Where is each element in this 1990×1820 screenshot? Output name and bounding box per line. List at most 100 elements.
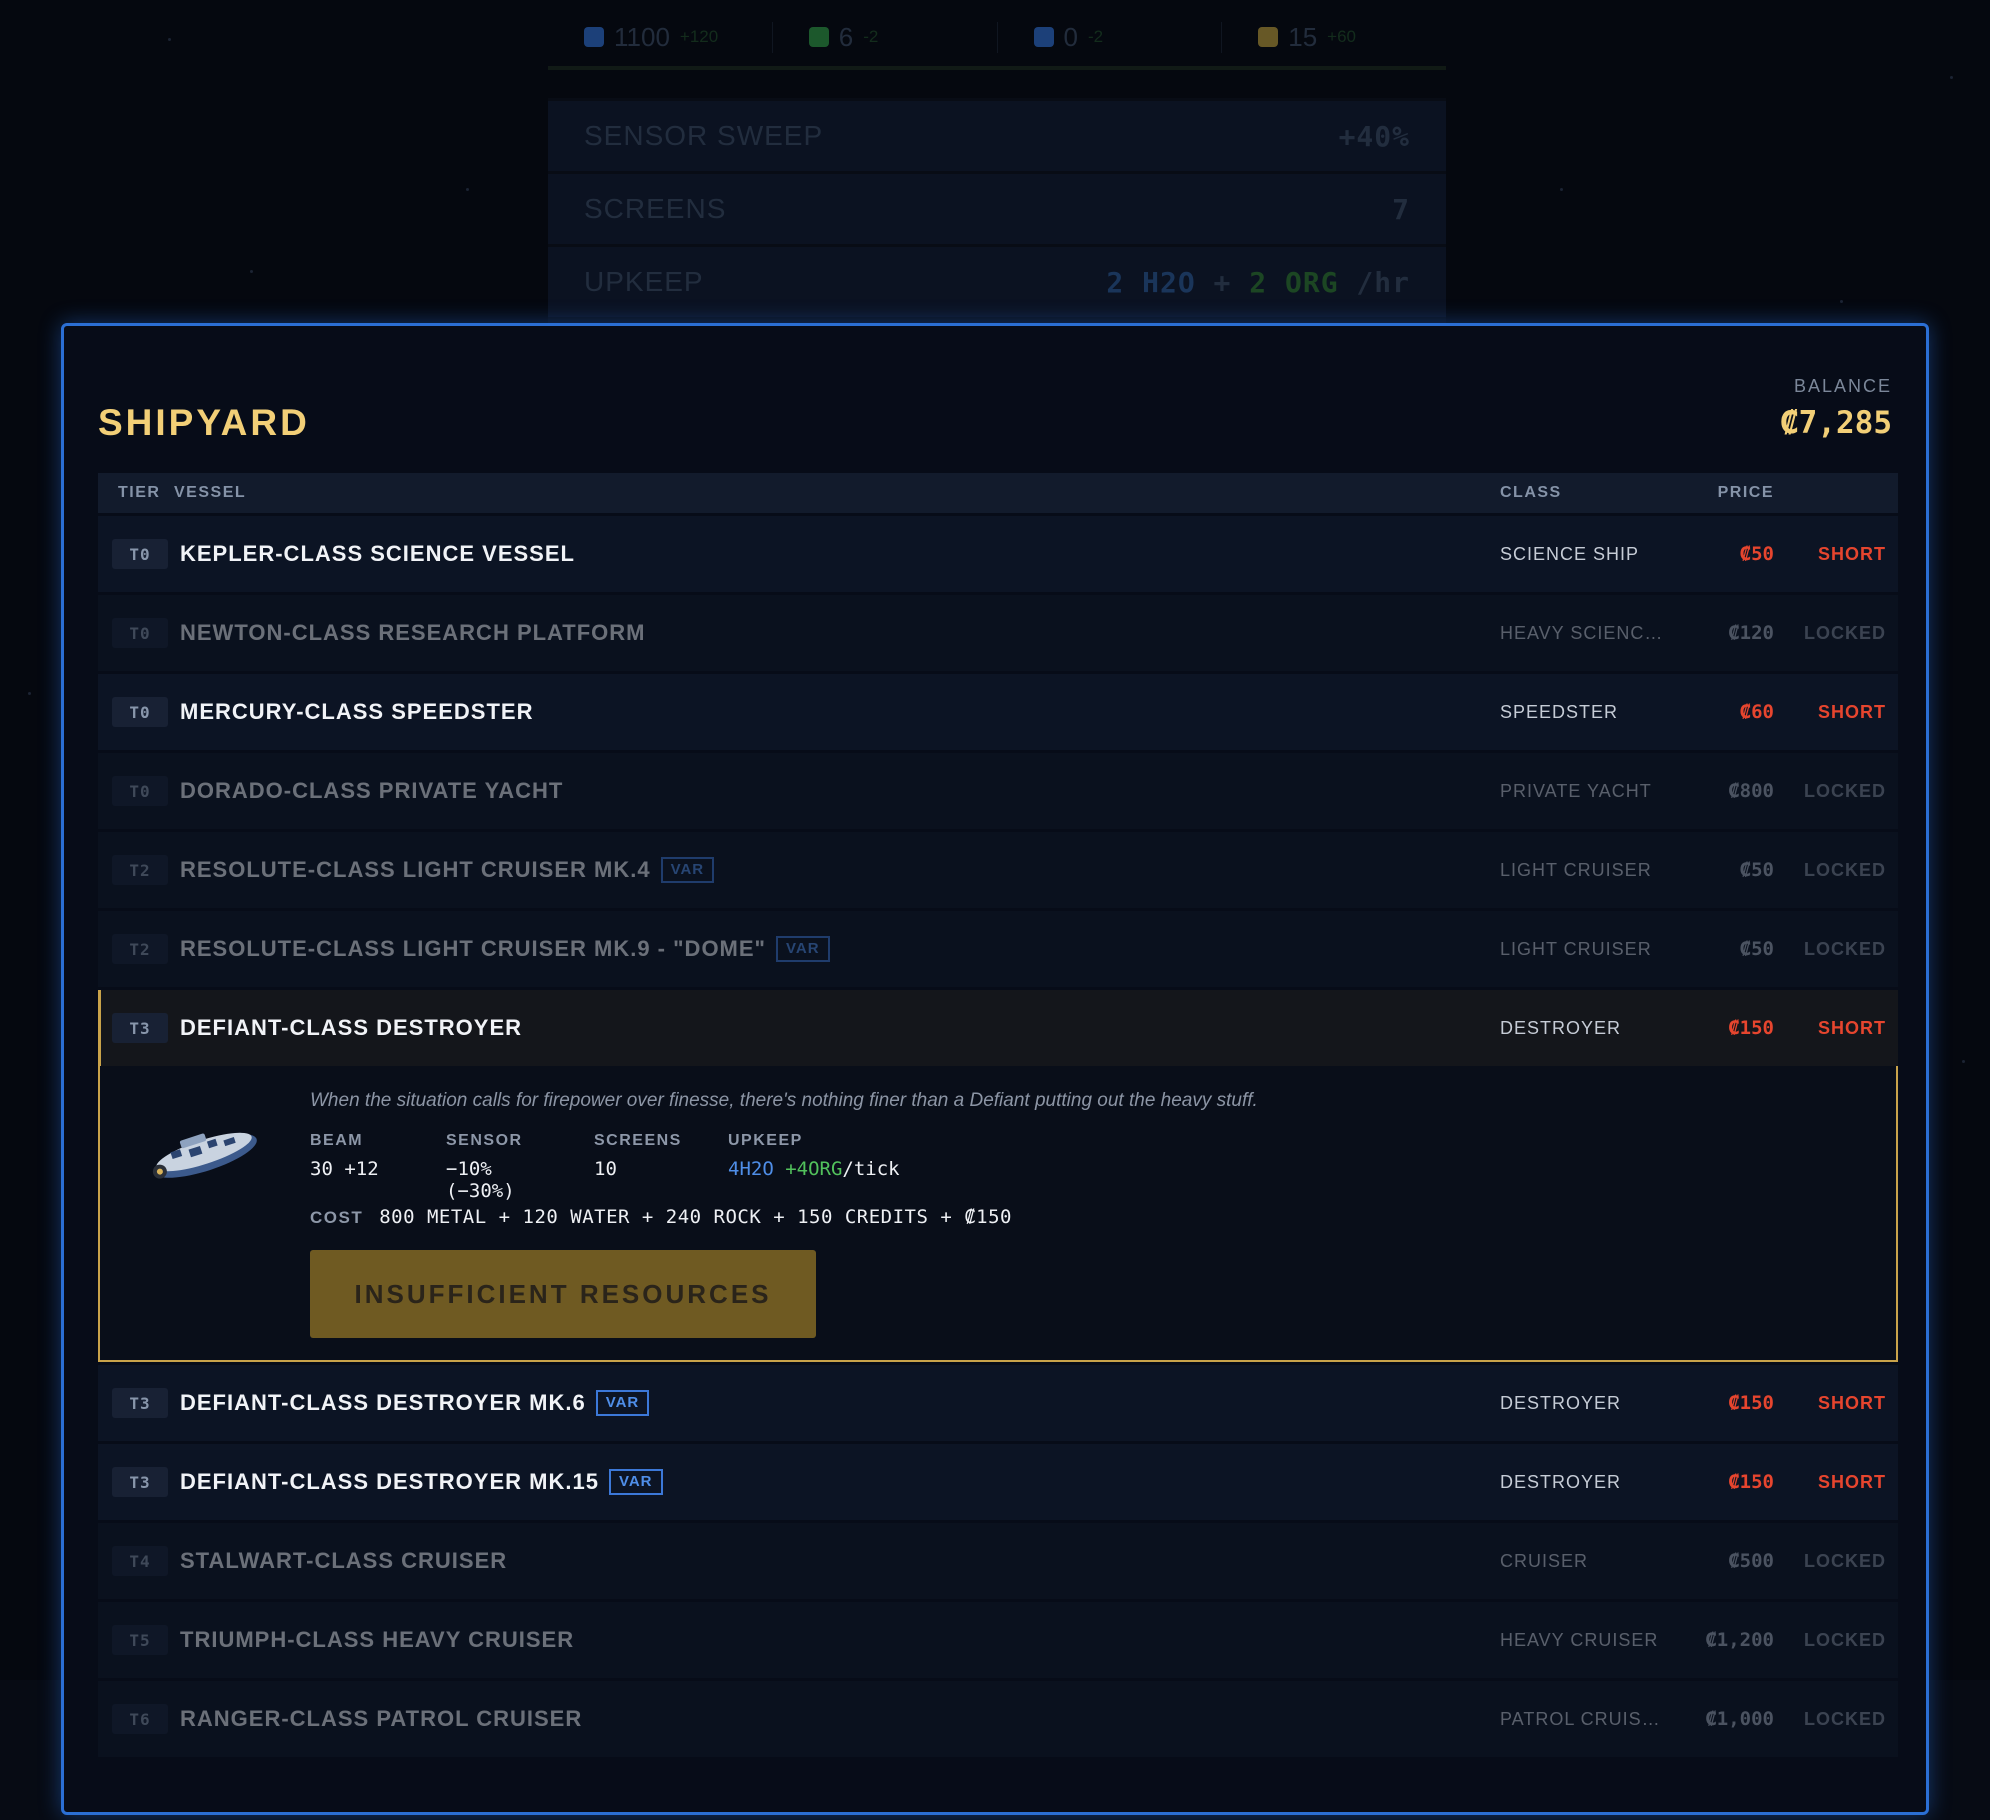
leaf-icon (808, 27, 829, 47)
tier-badge: T3 (112, 1467, 168, 1497)
vessel-class: DESTROYER (1500, 1392, 1622, 1413)
tier-badge: T2 (112, 855, 168, 885)
vessel-name: KEPLER-CLASS SCIENCE VESSEL (180, 541, 575, 566)
vessel-description: When the situation calls for firepower o… (310, 1090, 1258, 1111)
tier-badge: T3 (112, 1388, 168, 1418)
resource-delta: +60 (1327, 27, 1357, 46)
vessel-price: ₡50 (1739, 543, 1774, 565)
resource-delta: -2 (1087, 27, 1104, 46)
insufficient-resources-button[interactable]: INSUFFICIENT RESOURCES (310, 1250, 816, 1338)
vessel-name: DEFIANT-CLASS DESTROYER (180, 1015, 523, 1040)
tier-badge: T0 (112, 776, 168, 806)
vessel-price: ₡50 (1739, 938, 1774, 960)
vessel-row-selected[interactable]: T3 DEFIANT-CLASS DESTROYER DESTROYER ₡15… (98, 990, 1898, 1066)
tier-badge: T6 (112, 1704, 168, 1734)
vessel-price: ₡120 (1728, 622, 1774, 644)
background-stats-panel: SENSOR SWEEP +40% SCREENS 7 UPKEEP 2 H2O… (548, 98, 1446, 328)
vessel-row-defiant-class-destroyer-mk-6[interactable]: T3 DEFIANT-CLASS DESTROYER MK.6 VAR DESTROY… (98, 1365, 1898, 1441)
col-tier: TIER (118, 484, 161, 501)
vessel-row-kepler-class-science-vessel[interactable]: T0 KEPLER-CLASS SCIENCE VESSEL SCIENCE SHI… (98, 516, 1898, 592)
tier-badge: T5 (112, 1625, 168, 1655)
variant-badge: VAR (775, 936, 830, 962)
vessel-class: PATROL CRUIS… (1500, 1708, 1661, 1729)
vessel-row-defiant-class-destroyer-mk-15[interactable]: T3 DEFIANT-CLASS DESTROYER MK.15 VAR DESTRO… (98, 1444, 1898, 1520)
tier-badge: T0 (112, 618, 168, 648)
resource-2: 0 -2 (998, 21, 1223, 53)
vessel-class: HEAVY SCIENC… (1500, 622, 1664, 643)
col-vessel: VESSEL (174, 484, 247, 501)
ship-illustration (152, 1132, 257, 1179)
tier-badge: T2 (112, 934, 168, 964)
vessel-class: DESTROYER (1500, 1017, 1622, 1038)
vessel-name: DEFIANT-CLASS DESTROYER MK.6 VAR (168, 1390, 1500, 1416)
vessel-row-triumph-class-heavy-cruiser[interactable]: T5 TRIUMPH-CLASS HEAVY CRUISER HEAVY CRUIS… (98, 1602, 1898, 1678)
stat-screens: SCREENS 10 (594, 1132, 682, 1180)
variant-badge: VAR (595, 1390, 650, 1416)
vessel-status: LOCKED (1804, 859, 1886, 880)
vessel-row-newton-class-research-platform[interactable]: T0 NEWTON-CLASS RESEARCH PLATFORM HEAVY SC… (98, 595, 1898, 671)
vessel-price: ₡1,000 (1705, 1708, 1774, 1730)
vessel-name: STALWART-CLASS CRUISER (180, 1548, 508, 1573)
resource-value: 6 (838, 21, 854, 52)
vessel-name: TRIUMPH-CLASS HEAVY CRUISER (180, 1627, 575, 1652)
stat-upkeep: UPKEEP 4H2O +4ORG/tick (728, 1132, 900, 1180)
vessel-status: SHORT (1818, 1017, 1886, 1038)
vessel-price: ₡50 (1739, 859, 1774, 881)
vessel-detail-panel: When the situation calls for firepower o… (98, 1066, 1898, 1362)
vessel-price: ₡500 (1728, 1550, 1774, 1572)
vessel-price: ₡60 (1739, 701, 1774, 723)
vessel-class: SPEEDSTER (1500, 701, 1619, 722)
stat-sensor: SENSOR −10% (−30%) (446, 1132, 523, 1202)
variant-badge: VAR (608, 1469, 663, 1495)
stat-beam: BEAM 30 +12 (310, 1132, 379, 1180)
vessel-name: NEWTON-CLASS RESEARCH PLATFORM (180, 620, 646, 645)
vessel-status: LOCKED (1804, 1629, 1886, 1650)
vessel-name: MERCURY-CLASS SPEEDSTER (180, 699, 534, 724)
col-price: PRICE (1717, 484, 1774, 501)
vessel-status: LOCKED (1804, 1550, 1886, 1571)
vessel-name: RESOLUTE-CLASS LIGHT CRUISER MK.9 - "DOM… (168, 936, 1500, 962)
vessel-row-mercury-class-speedster[interactable]: T0 MERCURY-CLASS SPEEDSTER SPEEDSTER ₡60 SHO… (98, 674, 1898, 750)
vessel-status: LOCKED (1804, 1708, 1886, 1729)
vessel-price: ₡150 (1728, 1017, 1774, 1039)
vessel-status: LOCKED (1804, 622, 1886, 643)
resource-delta: +120 (679, 27, 719, 46)
vessel-price: ₡800 (1728, 780, 1774, 802)
modal-header: SHIPYARD BALANCE ₡7,285 (98, 376, 1892, 456)
vessel-class: LIGHT CRUISER (1500, 938, 1652, 959)
vessel-row-dorado-class-private-yacht[interactable]: T0 DORADO-CLASS PRIVATE YACHT PRIVATE YACH… (98, 753, 1898, 829)
vessel-stats: BEAM 30 +12 SENSOR −10% (−30%) SCREENS 1… (310, 1132, 930, 1202)
tier-badge: T4 (112, 1546, 168, 1576)
vessel-row-stalwart-class-cruiser[interactable]: T4 STALWART-CLASS CRUISER CRUISER ₡500 LOCKE… (98, 1523, 1898, 1599)
resource-delta: -2 (863, 27, 879, 46)
vessel-status: SHORT (1818, 543, 1886, 564)
tier-badge: T3 (112, 1013, 168, 1043)
cost-value: 800 METAL + 120 WATER + 240 ROCK + 150 C… (379, 1206, 1012, 1228)
vessel-class: PRIVATE YACHT (1500, 780, 1652, 801)
bg-stat-sensor: SENSOR SWEEP +40% (548, 101, 1446, 171)
vessel-class: HEAVY CRUISER (1500, 1629, 1659, 1650)
shipyard-modal: SHIPYARD BALANCE ₡7,285 TIER VESSEL CLAS… (61, 323, 1929, 1815)
vessel-name: DORADO-CLASS PRIVATE YACHT (180, 778, 564, 803)
vessel-class: LIGHT CRUISER (1500, 859, 1652, 880)
variant-badge: VAR (660, 857, 715, 883)
vessel-name: RANGER-CLASS PATROL CRUISER (180, 1706, 583, 1731)
col-class: CLASS (1500, 484, 1562, 501)
bg-stat-screens: SCREENS 7 (548, 174, 1446, 244)
balance-label: BALANCE (1793, 376, 1892, 396)
vessel-price: ₡150 (1728, 1392, 1774, 1414)
vessel-row-resolute-class-light-cruiser-mk-4[interactable]: T2 RESOLUTE-CLASS LIGHT CRUISER MK.4 VAR LI… (98, 832, 1898, 908)
vessel-row-ranger-class-patrol-cruiser[interactable]: T6 RANGER-CLASS PATROL CRUISER PATROL CRUI… (98, 1681, 1898, 1757)
vessel-name: DEFIANT-CLASS DESTROYER MK.15 VAR (168, 1469, 1500, 1495)
cost-label: COST (310, 1208, 364, 1227)
resource-value: 15 (1288, 21, 1318, 52)
water-drop-icon (1033, 27, 1054, 47)
balance-value: ₡7,285 (1780, 405, 1892, 441)
vessel-row-resolute-class-light-cruiser-mk-9-dome[interactable]: T2 RESOLUTE-CLASS LIGHT CRUISER MK.9 - "D… (98, 911, 1898, 987)
vessel-status: SHORT (1818, 701, 1886, 722)
vessel-status: LOCKED (1804, 938, 1886, 959)
vessel-class: DESTROYER (1500, 1471, 1622, 1492)
resource-1: 6 -2 (773, 21, 998, 53)
vessel-status: LOCKED (1804, 780, 1886, 801)
resource-value: 1100 (614, 21, 670, 52)
